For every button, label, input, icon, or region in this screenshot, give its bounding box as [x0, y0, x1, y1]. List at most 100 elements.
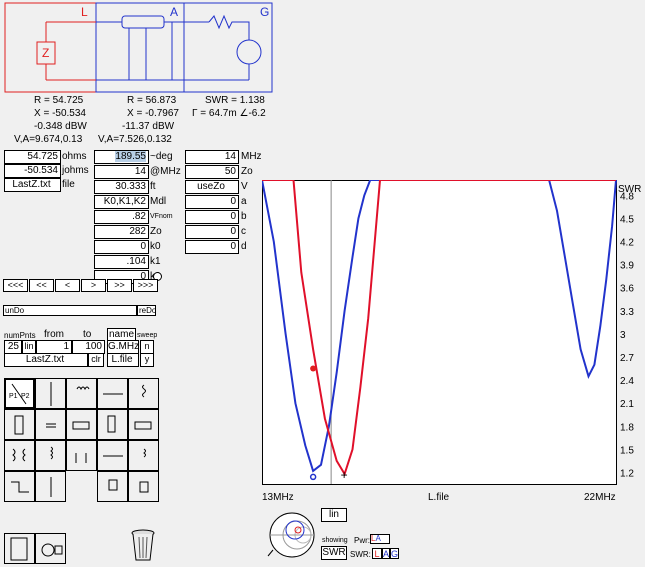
gen-field-1[interactable]: 50 [185, 165, 239, 179]
load-symbol: Z [42, 46, 50, 60]
component-palette: P1 P2 [4, 378, 160, 564]
gen-field-2[interactable]: useZo [185, 180, 239, 194]
svg-text:P1: P1 [9, 393, 18, 400]
y-tick-label-9: 2.1 [620, 399, 634, 410]
line-unit-4: VFnom [150, 213, 173, 220]
x-axis-label: L.file [428, 492, 450, 503]
palette-series-res[interactable] [97, 378, 128, 409]
palette-series-lc[interactable] [97, 440, 128, 471]
line-field-4[interactable]: .82 [94, 210, 149, 224]
palette-stub-short[interactable] [97, 409, 128, 440]
line-unit-7: k1 [150, 256, 161, 267]
nav-button-1[interactable]: << [29, 279, 54, 292]
undo-position-marker[interactable] [136, 306, 138, 315]
line-field-5[interactable]: 282 [94, 225, 149, 239]
y-button[interactable]: y [140, 353, 154, 367]
line-field-2[interactable]: 30.333 [94, 180, 149, 194]
gen-field-6[interactable]: 0 [185, 240, 239, 254]
line-field-3[interactable]: K0,K1,K2 [94, 195, 149, 209]
y-tick-label-11: 1.5 [620, 445, 634, 456]
line-field-1[interactable]: 14 [94, 165, 149, 179]
sweep-file-field[interactable]: LastZ.txt [4, 353, 88, 367]
swr-select-l[interactable]: L [372, 548, 382, 559]
swr-select-g[interactable]: G [390, 548, 399, 559]
load-x-field[interactable]: -50.534 [4, 164, 61, 178]
palette-file[interactable] [4, 533, 35, 564]
y-axis-label: SWR [618, 184, 641, 195]
load-r-readout: R = 54.725 [34, 95, 84, 106]
gen-field-4[interactable]: 0 [185, 210, 239, 224]
nav-button-0[interactable]: <<< [3, 279, 28, 292]
line-unit-0: ~deg [150, 151, 173, 162]
undo-bar: unDo reDo [3, 305, 156, 316]
palette-shunt-res[interactable] [128, 378, 159, 409]
lfile-field[interactable]: L.file [107, 353, 139, 367]
pwr-label: Pwr: [354, 536, 370, 545]
y-tick-label-1: 4.5 [620, 214, 634, 225]
swr-select-a[interactable]: A [382, 548, 390, 559]
gen-field-0[interactable]: 14 [185, 150, 239, 164]
redo-button[interactable]: reDo [139, 306, 156, 315]
palette-shunt-ind[interactable] [35, 440, 66, 471]
nav-button-5[interactable]: >>> [133, 279, 158, 292]
line-va-readout: V,A=7.526,0.132 [98, 134, 172, 145]
smith-chart[interactable] [265, 508, 317, 563]
nav-button-4[interactable]: >> [107, 279, 132, 292]
undo-button[interactable]: unDo [5, 306, 24, 315]
gen-unit-1: Zo [241, 166, 253, 177]
plot-area [262, 180, 617, 485]
load-r-field[interactable]: 54.725 [4, 150, 61, 164]
palette-shunt-cap[interactable] [35, 409, 66, 440]
gamma-readout: Γ = 64.7m ∠-6.2 [192, 108, 266, 119]
gen-field-3[interactable]: 0 [185, 195, 239, 209]
line-dbw-readout: -11.37 dBW [122, 121, 175, 132]
nav-button-2[interactable]: < [55, 279, 80, 292]
x-tick-label-1: 22MHz [584, 492, 616, 503]
load-file-field[interactable]: LastZ.txt [4, 178, 61, 192]
palette-line-selected[interactable]: P1 P2 [4, 378, 35, 409]
scale-toggle[interactable]: lin [22, 340, 36, 354]
palette-z-series[interactable] [97, 471, 128, 502]
palette-transformer[interactable] [4, 440, 35, 471]
red-point-marker [310, 365, 317, 372]
palette-generator[interactable] [35, 533, 66, 564]
sweep-name-field[interactable]: G.MHz [107, 340, 139, 354]
load-va-readout: V,A=9.674,0.13 [14, 134, 83, 145]
palette-z-shunt[interactable] [128, 471, 159, 502]
line-field-0[interactable]: 189.55 [94, 150, 149, 164]
swr-button[interactable]: SWR [321, 546, 347, 560]
to-field[interactable]: 100 [72, 340, 105, 354]
palette-stub-series[interactable] [128, 409, 159, 440]
palette-shunt-rlc[interactable] [128, 440, 159, 471]
y-tick-label-7: 2.7 [620, 353, 634, 364]
y-tick-label-2: 4.2 [620, 238, 634, 249]
palette-series-switch[interactable] [35, 471, 66, 502]
pwr-a: A [375, 534, 381, 543]
clr-button[interactable]: clr [88, 353, 104, 367]
y-tick-label-3: 3.9 [620, 261, 634, 272]
load-r-unit: ohms [62, 151, 87, 162]
line-field-6[interactable]: 0 [94, 240, 149, 254]
from-field[interactable]: 1 [36, 340, 72, 354]
palette-loop[interactable] [4, 471, 35, 502]
trash-icon[interactable] [130, 528, 156, 565]
load-label: L [81, 5, 88, 19]
y-tick-label-6: 3 [620, 330, 626, 341]
gen-field-5[interactable]: 0 [185, 225, 239, 239]
line-unit-2: ft [150, 181, 156, 192]
palette-series-cap[interactable] [35, 378, 66, 409]
gen-label: G [260, 5, 270, 19]
numpnts-field[interactable]: 25 [4, 340, 22, 354]
line-field-7[interactable]: .104 [94, 255, 149, 269]
cursor-cross: + [341, 468, 348, 482]
nav-button-3[interactable]: > [81, 279, 106, 292]
pwr-indicator[interactable]: LA [370, 534, 390, 544]
swr-chart-svg: +4.84.54.23.93.63.332.72.42.11.81.51.2SW… [261, 179, 641, 503]
palette-shunt-lc[interactable] [66, 440, 97, 471]
palette-shunt-line[interactable] [4, 409, 35, 440]
n-button[interactable]: n [140, 340, 154, 354]
lin-button[interactable]: lin [321, 508, 347, 522]
palette-stub-open[interactable] [66, 409, 97, 440]
y-tick-label-10: 1.8 [620, 422, 634, 433]
palette-series-ind[interactable] [66, 378, 97, 409]
